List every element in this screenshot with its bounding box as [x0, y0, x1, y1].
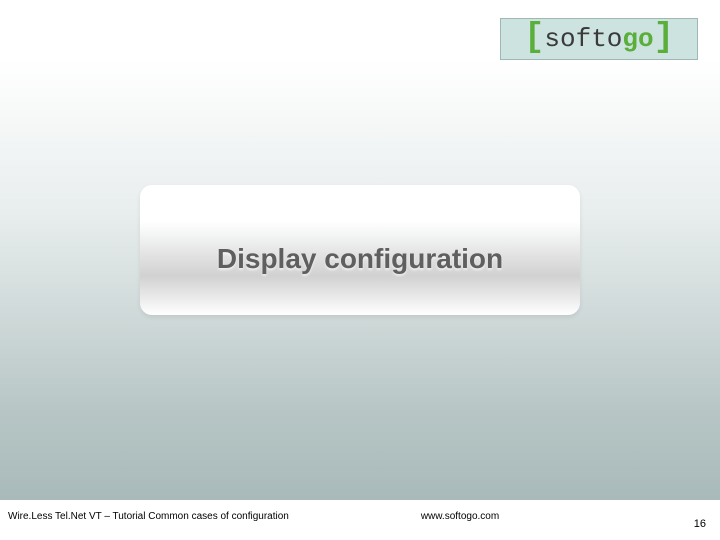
bracket-open-icon: [: [524, 25, 544, 52]
brand-logo-text: [ sof to go ]: [524, 24, 674, 54]
title-card: Display configuration: [140, 185, 580, 315]
brand-suffix: go: [622, 24, 653, 54]
footer-url: www.softogo.com: [100, 511, 720, 522]
brand-prefix: sof: [544, 24, 591, 54]
slide: [ sof to go ] Display configuration Wire…: [0, 0, 720, 540]
brand-mid: to: [591, 24, 622, 54]
brand-logo: [ sof to go ]: [500, 18, 698, 60]
footer: Wire.Less Tel.Net VT – Tutorial Common c…: [0, 500, 720, 540]
bracket-close-icon: ]: [654, 25, 674, 52]
slide-title: Display configuration: [217, 243, 503, 275]
page-number: 16: [694, 518, 706, 530]
